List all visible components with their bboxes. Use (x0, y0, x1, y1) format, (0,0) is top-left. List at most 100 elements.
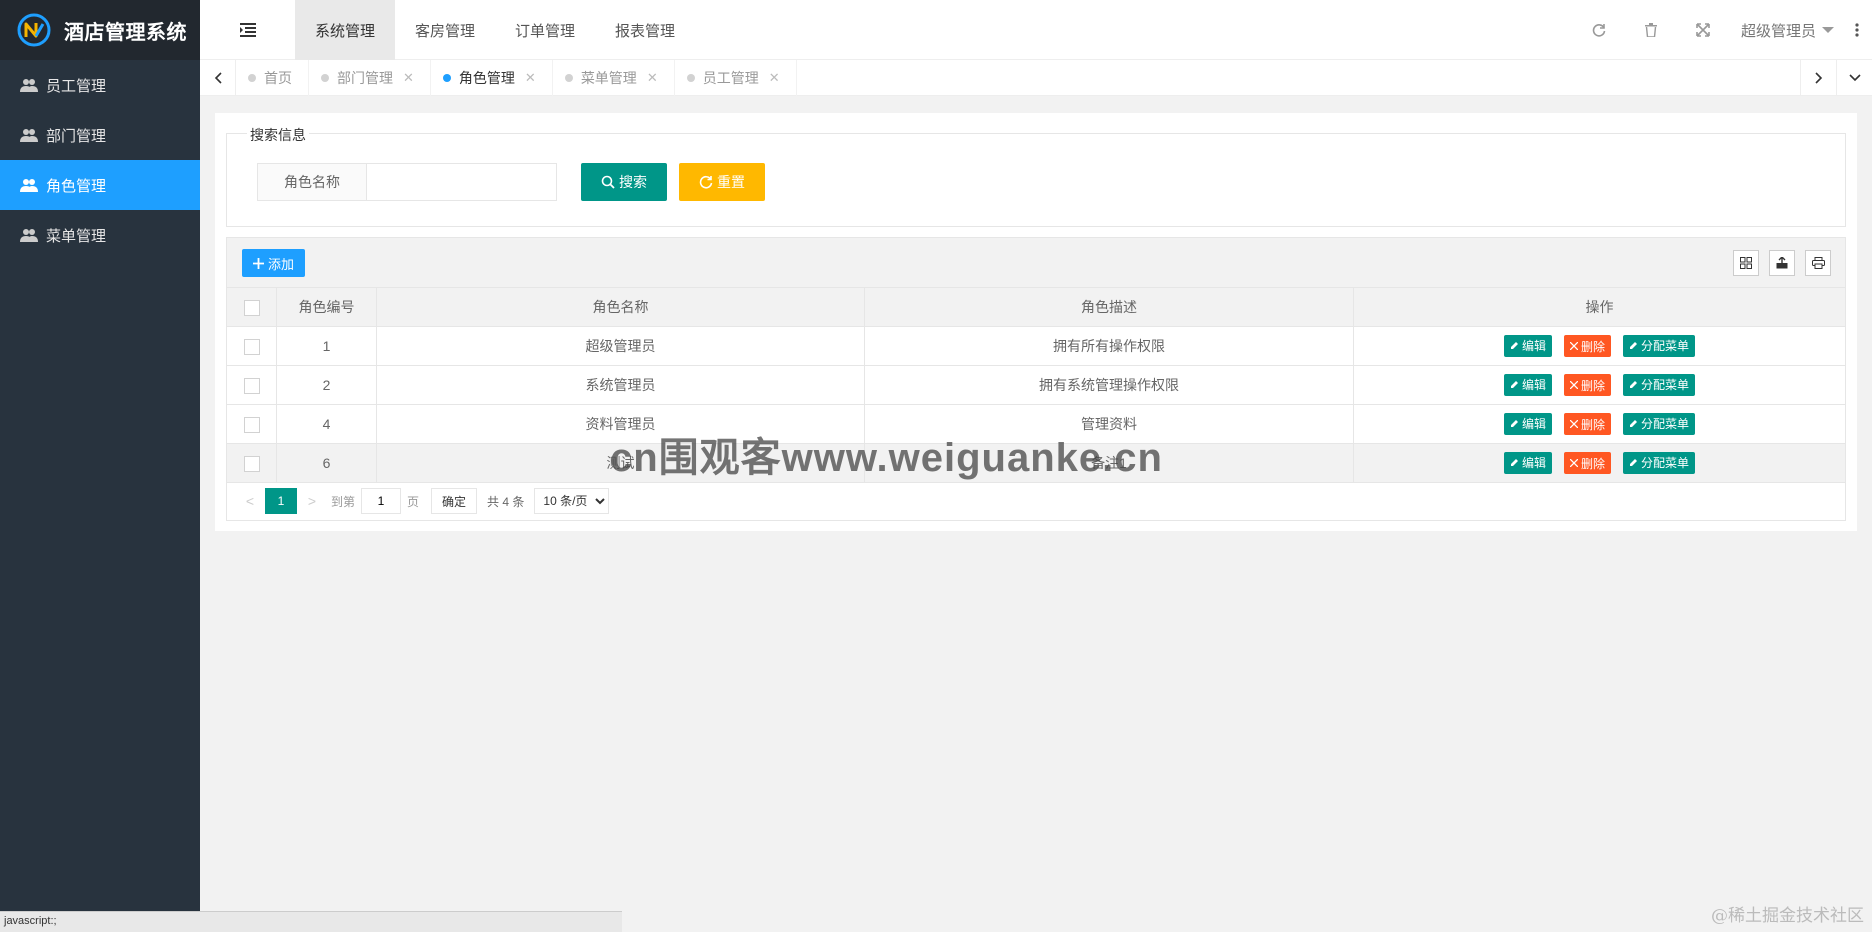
edit-button[interactable]: 编辑 (1503, 373, 1552, 396)
role-desc: 拥有系统管理操作权限 (864, 365, 1354, 405)
tab-scroll-right-button[interactable] (1800, 60, 1836, 96)
logo[interactable]: 酒店管理系统 (0, 0, 200, 60)
sidebar-item-menu[interactable]: 菜单管理 (0, 210, 200, 260)
goto-confirm-button[interactable]: 确定 (431, 488, 478, 514)
print-button[interactable] (1805, 250, 1831, 276)
page-tab-menu[interactable]: 菜单管理 ✕ (553, 60, 675, 96)
delete-button[interactable]: 删除 (1563, 452, 1611, 475)
table-row: 1 超级管理员 拥有所有操作权限 编辑 删除 分配菜单 (226, 326, 1846, 366)
more-options-button[interactable] (1842, 0, 1872, 60)
browser-status-bar: javascript:; (0, 911, 622, 932)
page-size-select[interactable]: 10 条/页 (534, 488, 610, 514)
row-actions: 编辑 删除 分配菜单 (1353, 404, 1846, 444)
fullscreen-button[interactable] (1677, 0, 1729, 60)
role-id: 2 (276, 365, 377, 405)
trash-icon (1644, 23, 1657, 37)
search-icon (601, 175, 615, 189)
page-unit-label: 页 (407, 494, 420, 509)
edit-label: 编辑 (1521, 378, 1546, 393)
role-id: 6 (276, 443, 377, 483)
role-name: 超级管理员 (376, 326, 865, 366)
column-header: 操作 (1353, 287, 1846, 327)
pencil-icon (1510, 381, 1518, 389)
row-checkbox[interactable] (243, 377, 260, 394)
top-tab-rooms[interactable]: 客房管理 (395, 0, 495, 60)
page-tab-role[interactable]: 角色管理 ✕ (431, 60, 553, 96)
delete-button[interactable]: 删除 (1563, 335, 1611, 358)
status-text: javascript:; (4, 915, 57, 927)
search-button[interactable]: 搜索 (581, 163, 667, 201)
close-icon (1569, 381, 1578, 390)
top-tab-system[interactable]: 系统管理 (295, 0, 396, 60)
role-id: 4 (276, 404, 377, 444)
row-checkbox[interactable] (243, 338, 260, 355)
top-tab-reports[interactable]: 报表管理 (595, 0, 695, 60)
refresh-icon (699, 175, 713, 189)
users-icon (20, 129, 38, 142)
role-name-input[interactable] (366, 163, 557, 201)
row-checkbox[interactable] (243, 455, 260, 472)
export-icon (1776, 257, 1788, 269)
sidebar-item-department[interactable]: 部门管理 (0, 110, 200, 160)
assign-label: 分配菜单 (1641, 417, 1690, 432)
page-tab-department[interactable]: 部门管理 ✕ (309, 60, 431, 96)
row-checkbox[interactable] (243, 416, 260, 433)
top-tab-orders[interactable]: 订单管理 (495, 0, 595, 60)
search-fieldset: 搜索信息 角色名称 搜索 重置 (226, 125, 1846, 227)
row-actions: 编辑 删除 分配菜单 (1353, 365, 1846, 405)
columns-filter-button[interactable] (1733, 250, 1759, 276)
row-actions: 编辑 删除 分配菜单 (1353, 326, 1846, 366)
table-row: 2 系统管理员 拥有系统管理操作权限 编辑 删除 分配菜单 (226, 365, 1846, 405)
tab-options-button[interactable] (1836, 60, 1872, 96)
pencil-icon (1630, 420, 1637, 428)
sidebar-item-role[interactable]: 角色管理 (0, 160, 200, 210)
next-page-button[interactable]: > (299, 493, 325, 509)
column-header[interactable]: 角色编号 (276, 287, 377, 327)
reset-button[interactable]: 重置 (679, 163, 765, 201)
column-header[interactable]: 角色名称 (376, 287, 865, 327)
edit-button[interactable]: 编辑 (1503, 334, 1552, 357)
close-icon[interactable]: ✕ (403, 70, 414, 86)
columns-icon (1740, 257, 1752, 269)
sidebar-item-label: 部门管理 (46, 127, 107, 145)
assign-menu-button[interactable]: 分配菜单 (1623, 412, 1696, 435)
assign-label: 分配菜单 (1641, 339, 1690, 354)
prev-page-button[interactable]: < (237, 493, 263, 509)
plus-icon (252, 257, 264, 269)
row-checkbox-cell (226, 404, 277, 444)
sidebar-item-staff[interactable]: 员工管理 (0, 60, 200, 110)
page-tab-staff[interactable]: 员工管理 ✕ (675, 60, 797, 96)
fullscreen-icon (1696, 23, 1710, 37)
assign-menu-button[interactable]: 分配菜单 (1623, 334, 1696, 357)
delete-button[interactable]: 删除 (1563, 374, 1611, 397)
add-button[interactable]: 添加 (242, 249, 305, 277)
row-checkbox-cell (226, 365, 277, 405)
page-tab-bar: 首页 部门管理 ✕ 角色管理 ✕ 菜单管理 ✕ 员工管理 ✕ (200, 60, 1872, 96)
assign-menu-button[interactable]: 分配菜单 (1623, 373, 1696, 396)
close-icon[interactable]: ✕ (647, 70, 658, 86)
column-header[interactable]: 角色描述 (864, 287, 1354, 327)
table-header-row: 角色编号 角色名称 角色描述 操作 (226, 287, 1846, 327)
goto-page-input[interactable] (361, 488, 402, 514)
close-icon[interactable]: ✕ (769, 70, 780, 86)
user-menu[interactable]: 超级管理员 (1729, 0, 1842, 60)
role-id: 1 (276, 326, 377, 366)
export-button[interactable] (1769, 250, 1795, 276)
refresh-button[interactable] (1573, 0, 1625, 60)
current-page[interactable]: 1 (265, 488, 297, 514)
select-all-checkbox[interactable] (243, 299, 260, 316)
page-tab-home[interactable]: 首页 (236, 60, 309, 96)
chevron-right-icon (1814, 72, 1822, 84)
reset-button-label: 重置 (717, 174, 745, 190)
logo-icon (17, 13, 51, 47)
tab-scroll-left-button[interactable] (200, 60, 236, 96)
menu-toggle-button[interactable] (200, 0, 295, 60)
edit-button[interactable]: 编辑 (1503, 451, 1552, 474)
clear-cache-button[interactable] (1625, 0, 1677, 60)
edit-button[interactable]: 编辑 (1503, 412, 1552, 435)
watermark-text: cn围观客www.weiguanke.cn (610, 436, 1163, 480)
assign-menu-button[interactable]: 分配菜单 (1623, 451, 1696, 474)
close-icon (1569, 420, 1578, 429)
delete-button[interactable]: 删除 (1563, 413, 1611, 436)
close-icon[interactable]: ✕ (525, 70, 536, 86)
